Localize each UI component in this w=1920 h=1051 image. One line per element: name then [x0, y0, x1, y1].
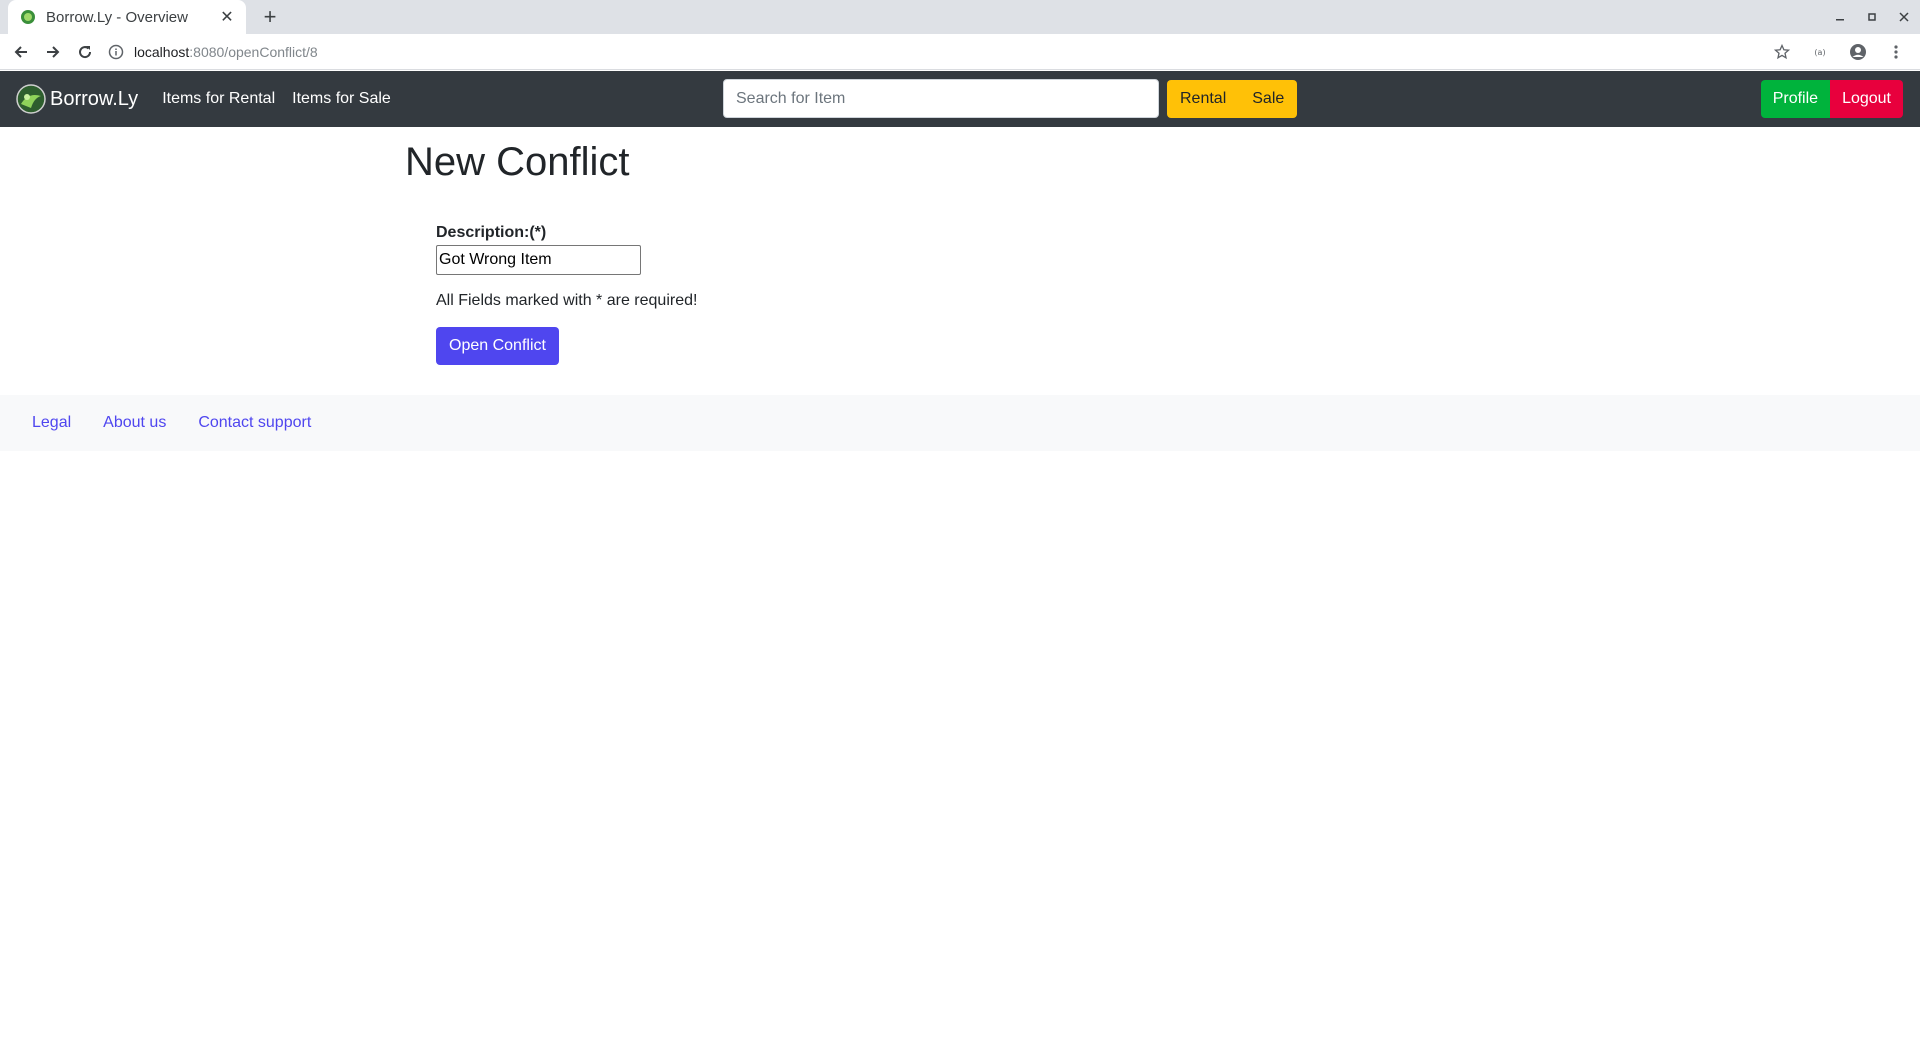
description-label: Description:(*) [436, 224, 547, 241]
description-input[interactable] [436, 245, 641, 275]
footer-link-legal[interactable]: Legal [32, 414, 71, 432]
close-window-icon[interactable] [1888, 0, 1920, 34]
tab-title: Borrow.Ly - Overview [46, 8, 188, 26]
nav-link-items-for-rental[interactable]: Items for Rental [162, 90, 275, 108]
window-controls [1824, 0, 1920, 34]
reload-icon[interactable] [69, 36, 101, 68]
auth-buttons: Profile Logout [1760, 80, 1903, 118]
site-navbar: Borrow.Ly Items for Rental Items for Sal… [0, 71, 1920, 127]
search-input[interactable] [723, 79, 1159, 118]
profile-button[interactable]: Profile [1760, 80, 1831, 118]
back-icon[interactable] [5, 36, 37, 68]
address-bar[interactable]: localhost:8080/openConflict/8 [108, 37, 1790, 67]
browser-toolbar: localhost:8080/openConflict/8 (a) [0, 34, 1920, 70]
sale-search-button[interactable]: Sale [1239, 79, 1298, 118]
svg-text:(a): (a) [1814, 48, 1825, 57]
site-footer: Legal About us Contact support [0, 395, 1920, 451]
menu-kebab-icon[interactable] [1880, 36, 1912, 68]
url-path: :8080/openConflict/8 [189, 44, 318, 60]
footer-link-about-us[interactable]: About us [103, 414, 166, 432]
account-icon[interactable] [1842, 36, 1874, 68]
browser-tabbar: Borrow.Ly - Overview ✕ + [0, 0, 1920, 34]
minimize-icon[interactable] [1824, 0, 1856, 34]
brand-link[interactable]: Borrow.Ly [16, 84, 138, 114]
brand-logo-icon [16, 84, 46, 114]
info-icon[interactable] [108, 44, 124, 60]
search-form: Rental Sale [723, 79, 1298, 118]
required-fields-note: All Fields marked with * are required! [436, 292, 698, 309]
maximize-icon[interactable] [1856, 0, 1888, 34]
brand-name: Borrow.Ly [50, 87, 139, 110]
forward-icon[interactable] [37, 36, 69, 68]
footer-link-contact-support[interactable]: Contact support [198, 414, 311, 432]
conflict-form: Description:(*) All Fields marked with *… [436, 224, 697, 365]
extension-icon[interactable]: (a) [1804, 36, 1836, 68]
new-tab-icon[interactable]: + [256, 4, 284, 29]
site-favicon-icon [21, 10, 35, 24]
page-title: New Conflict [405, 140, 630, 184]
rental-search-button[interactable]: Rental [1167, 79, 1240, 118]
toolbar-actions: (a) [1766, 36, 1912, 68]
nav-link-items-for-sale[interactable]: Items for Sale [292, 90, 391, 108]
open-conflict-button[interactable]: Open Conflict [436, 327, 559, 365]
search-type-group: Rental Sale [1167, 79, 1298, 118]
browser-tab[interactable]: Borrow.Ly - Overview ✕ [8, 0, 246, 34]
logout-button[interactable]: Logout [1830, 80, 1903, 118]
url-host: localhost [134, 44, 190, 60]
tab-close-icon[interactable]: ✕ [218, 8, 236, 26]
bookmark-star-icon[interactable] [1766, 36, 1798, 68]
